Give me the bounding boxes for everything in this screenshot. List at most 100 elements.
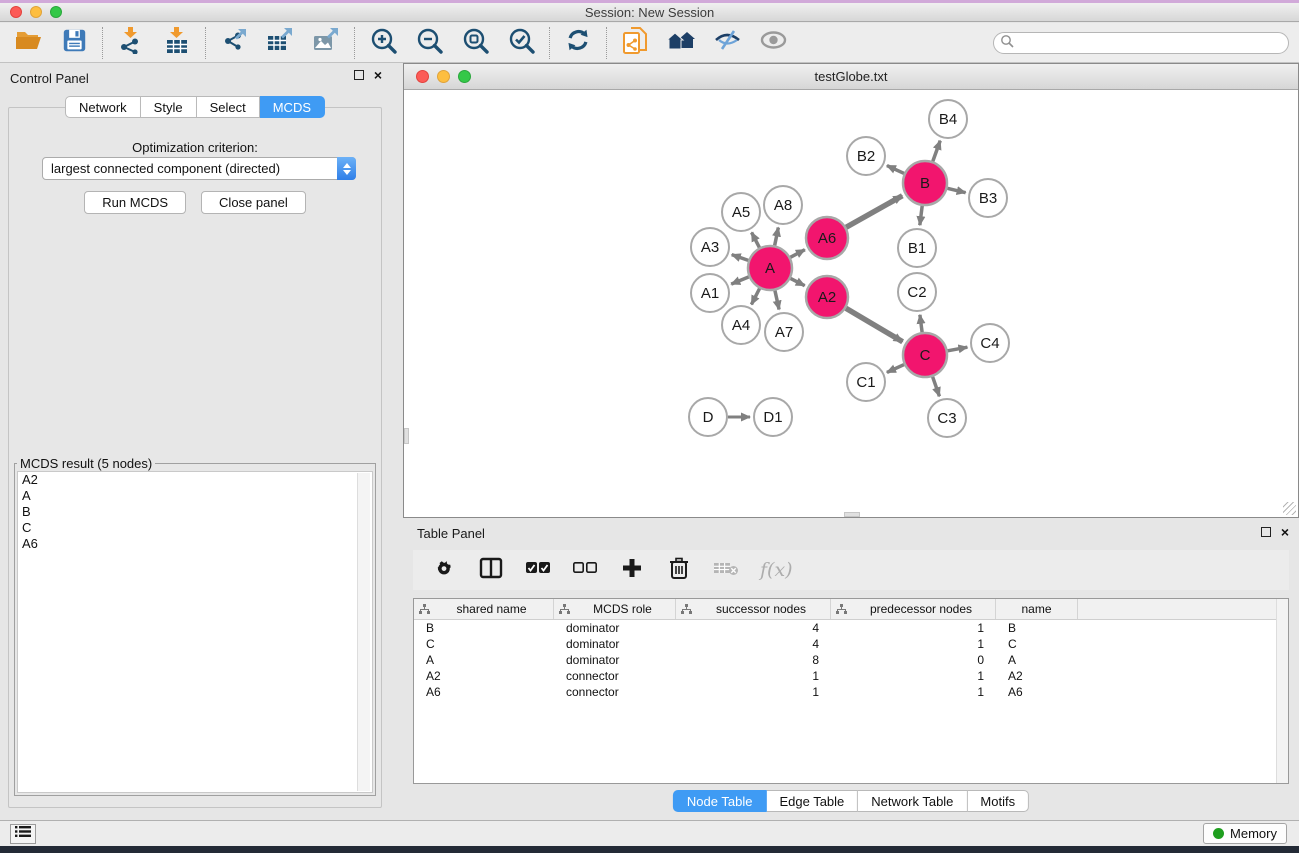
table-row[interactable]: Bdominator41B — [414, 620, 1288, 636]
result-item[interactable]: C — [18, 520, 372, 536]
horizontal-scroll-stub[interactable] — [844, 512, 860, 517]
zoom-in-button[interactable] — [368, 28, 398, 58]
tab-mcds[interactable]: MCDS — [260, 96, 325, 118]
resize-grip-icon[interactable] — [1283, 502, 1296, 515]
table-cell[interactable]: 8 — [676, 653, 831, 667]
table-cell[interactable]: dominator — [554, 637, 676, 651]
table-cell[interactable]: 4 — [676, 637, 831, 651]
table-cell[interactable]: B — [996, 621, 1078, 635]
save-session-button[interactable] — [59, 28, 89, 58]
table-cell[interactable]: B — [414, 621, 554, 635]
memory-button[interactable]: Memory — [1203, 823, 1287, 844]
hide-selected-button[interactable] — [712, 28, 742, 58]
export-table-button[interactable] — [265, 28, 295, 58]
graph-edge-A2-C[interactable] — [846, 308, 903, 342]
tab-node-table[interactable]: Node Table — [673, 790, 767, 812]
graph-edge-C-C2[interactable] — [920, 315, 922, 332]
table-cell[interactable]: A6 — [414, 685, 554, 699]
graph-edge-A-A8[interactable] — [775, 228, 779, 246]
table-cell[interactable]: 0 — [831, 653, 996, 667]
result-item[interactable]: B — [18, 504, 372, 520]
column-header-name[interactable]: name — [996, 599, 1078, 619]
table-cell[interactable]: 1 — [676, 685, 831, 699]
search-field[interactable] — [993, 32, 1289, 54]
select-all-button[interactable] — [525, 557, 551, 583]
graph-edge-A-A3[interactable] — [732, 255, 749, 261]
zoom-fit-button[interactable] — [460, 28, 490, 58]
network-canvas[interactable]: B4B2BB3A5A8A6A3B1AA1C2A2A4A7C4CC1C3DD1 — [404, 90, 1298, 517]
tab-network-table[interactable]: Network Table — [858, 790, 967, 812]
task-history-button[interactable] — [10, 824, 36, 844]
table-row[interactable]: Adominator80A — [414, 652, 1288, 668]
criterion-dropdown[interactable]: largest connected component (directed) — [42, 157, 356, 180]
graph-edge-B-B2[interactable] — [887, 166, 904, 174]
import-network-button[interactable] — [116, 28, 146, 58]
table-cell[interactable]: 1 — [831, 621, 996, 635]
graph-edge-A-A2[interactable] — [790, 278, 804, 285]
search-input[interactable] — [1014, 34, 1288, 52]
table-cell[interactable]: A2 — [996, 669, 1078, 683]
show-selected-button[interactable] — [758, 28, 788, 58]
table-scrollbar[interactable] — [1276, 599, 1288, 783]
column-header-predecessor-nodes[interactable]: predecessor nodes — [831, 599, 996, 619]
table-cell[interactable]: 1 — [831, 637, 996, 651]
table-cell[interactable]: C — [414, 637, 554, 651]
delete-row-button[interactable] — [666, 557, 692, 583]
close-table-panel-icon[interactable]: × — [1281, 527, 1289, 537]
table-row[interactable]: A6connector11A6 — [414, 684, 1288, 700]
close-panel-button[interactable]: Close panel — [201, 191, 306, 214]
add-row-button[interactable] — [619, 557, 645, 583]
delete-table-button[interactable] — [713, 557, 739, 583]
export-network-button[interactable] — [219, 28, 249, 58]
table-cell[interactable]: A — [414, 653, 554, 667]
table-cell[interactable]: 1 — [676, 669, 831, 683]
close-panel-icon[interactable]: × — [374, 70, 382, 80]
result-item[interactable]: A2 — [18, 472, 372, 488]
show-columns-button[interactable] — [478, 557, 504, 583]
graph-edge-C-C4[interactable] — [948, 347, 968, 351]
export-image-button[interactable] — [311, 28, 341, 58]
result-item[interactable]: A — [18, 488, 372, 504]
zoom-selected-button[interactable] — [506, 28, 536, 58]
graph-edge-A-A6[interactable] — [790, 250, 805, 258]
tab-network[interactable]: Network — [65, 96, 141, 118]
tab-select[interactable]: Select — [197, 96, 260, 118]
float-table-panel-icon[interactable] — [1261, 527, 1271, 537]
table-cell[interactable]: dominator — [554, 653, 676, 667]
table-cell[interactable]: 4 — [676, 621, 831, 635]
table-cell[interactable]: dominator — [554, 621, 676, 635]
table-cell[interactable]: A — [996, 653, 1078, 667]
table-row[interactable]: Cdominator41C — [414, 636, 1288, 652]
run-mcds-button[interactable]: Run MCDS — [84, 191, 186, 214]
graph-edge-B-B4[interactable] — [933, 141, 940, 162]
apply-layout-button[interactable] — [563, 28, 593, 58]
mcds-result-list[interactable]: A2ABCA6 — [17, 471, 373, 793]
zoom-out-button[interactable] — [414, 28, 444, 58]
tab-edge-table[interactable]: Edge Table — [766, 790, 858, 812]
import-table-button[interactable] — [162, 28, 192, 58]
graph-edge-B-B1[interactable] — [920, 206, 922, 225]
graph-edge-C-C3[interactable] — [933, 377, 940, 397]
table-row[interactable]: A2connector11A2 — [414, 668, 1288, 684]
vertical-scroll-stub[interactable] — [404, 428, 409, 444]
deselect-all-button[interactable] — [572, 557, 598, 583]
table-cell[interactable]: 1 — [831, 685, 996, 699]
network-window-titlebar[interactable]: testGlobe.txt — [404, 64, 1298, 90]
table-cell[interactable]: connector — [554, 685, 676, 699]
duplicate-network-button[interactable] — [620, 28, 650, 58]
tab-style[interactable]: Style — [141, 96, 197, 118]
homes-button[interactable] — [666, 28, 696, 58]
column-header-successor-nodes[interactable]: successor nodes — [676, 599, 831, 619]
graph-edge-B-B3[interactable] — [947, 188, 965, 192]
graph-edge-A-A7[interactable] — [775, 290, 779, 309]
table-cell[interactable]: connector — [554, 669, 676, 683]
graph-edge-A-A1[interactable] — [731, 277, 749, 284]
table-cell[interactable]: A2 — [414, 669, 554, 683]
column-header-MCDS-role[interactable]: MCDS role — [554, 599, 676, 619]
graph-edge-A-A4[interactable] — [751, 288, 759, 304]
graph-edge-C-C1[interactable] — [887, 365, 904, 373]
table-settings-button[interactable] — [431, 557, 457, 583]
graph-edge-A-A5[interactable] — [752, 232, 760, 247]
network-graph[interactable]: B4B2BB3A5A8A6A3B1AA1C2A2A4A7C4CC1C3DD1 — [404, 90, 1298, 517]
tab-motifs[interactable]: Motifs — [967, 790, 1029, 812]
